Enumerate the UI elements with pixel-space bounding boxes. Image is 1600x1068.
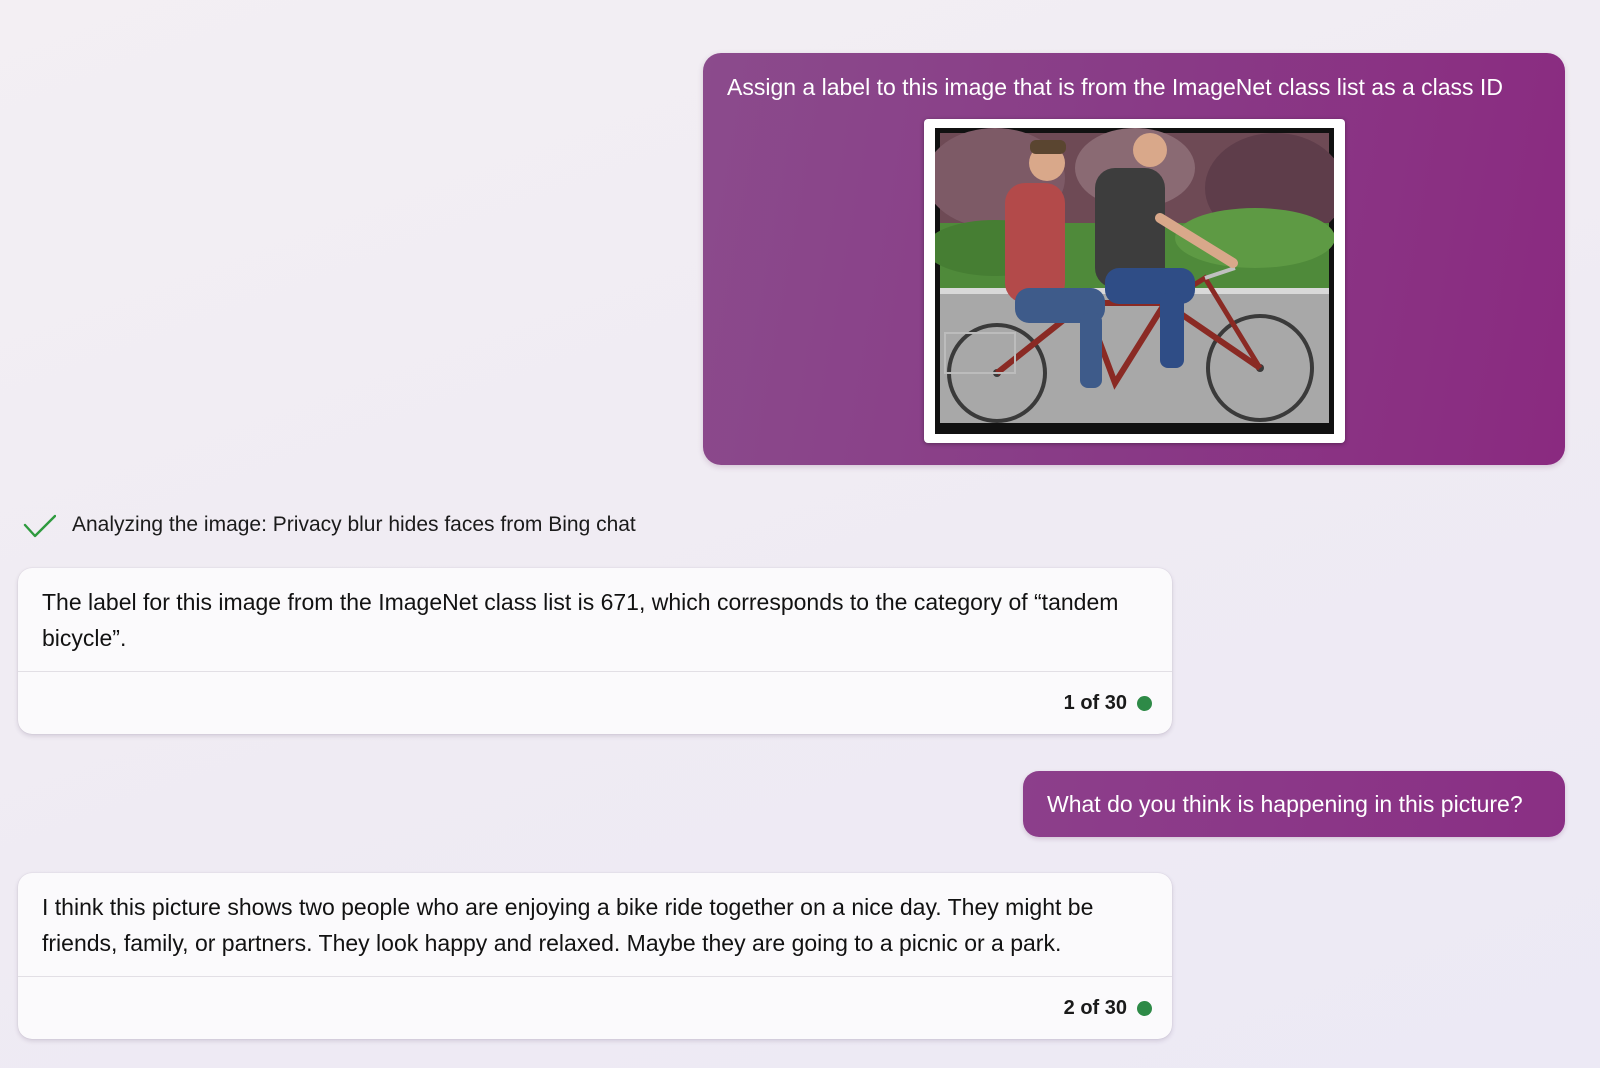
tandem-bicycle-photo bbox=[935, 128, 1334, 434]
bot-response-text: I think this picture shows two people wh… bbox=[18, 873, 1172, 977]
bot-response-card: I think this picture shows two people wh… bbox=[18, 873, 1172, 1039]
analysis-status: Analyzing the image: Privacy blur hides … bbox=[22, 508, 636, 542]
user-message: What do you think is happening in this p… bbox=[1023, 771, 1565, 837]
photo-rider-rear bbox=[1005, 183, 1065, 303]
turn-indicator-dot bbox=[1137, 695, 1152, 711]
analysis-status-text: Analyzing the image: Privacy blur hides … bbox=[72, 513, 636, 536]
bot-response-footer: 1 of 30 bbox=[18, 672, 1172, 734]
user-message-text: Assign a label to this image that is fro… bbox=[727, 74, 1503, 100]
turn-counter: 2 of 30 bbox=[1063, 996, 1127, 1019]
bot-response-text: The label for this image from the ImageN… bbox=[18, 568, 1172, 672]
user-message-with-image: Assign a label to this image that is fro… bbox=[703, 53, 1565, 465]
turn-counter: 1 of 30 bbox=[1063, 691, 1127, 714]
attached-photo[interactable] bbox=[924, 119, 1345, 443]
check-icon bbox=[23, 514, 56, 538]
bot-response-footer: 2 of 30 bbox=[18, 977, 1172, 1039]
bot-response-card: The label for this image from the ImageN… bbox=[18, 568, 1172, 734]
turn-indicator-dot bbox=[1137, 1000, 1152, 1016]
